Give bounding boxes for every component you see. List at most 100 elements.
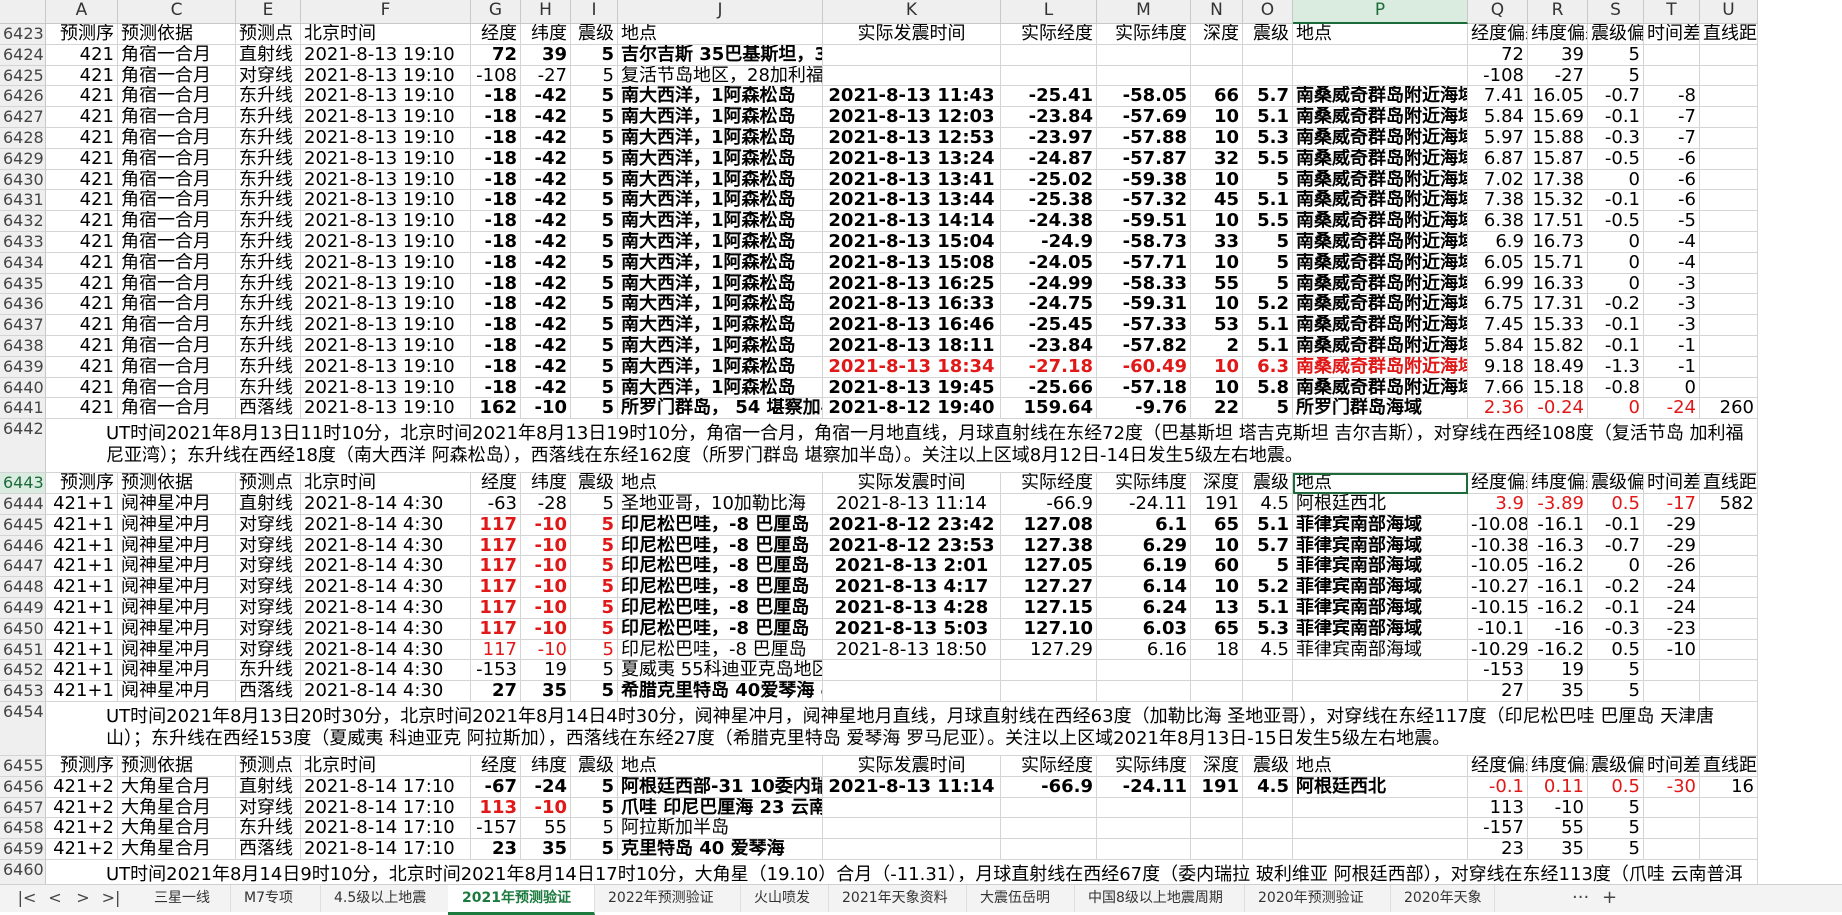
cell-S-6453[interactable]: 5	[1588, 681, 1644, 702]
cell-I-6447[interactable]: 5	[571, 556, 618, 578]
cell-F-6459[interactable]: 2021-8-14 17:10	[301, 839, 471, 860]
cell-C-6439[interactable]: 角宿一合月	[118, 356, 236, 378]
cell-H-6438[interactable]: -42	[521, 336, 571, 357]
cell-E-6426[interactable]: 东升线	[236, 86, 301, 108]
cell-C-6459[interactable]: 大角星合月	[118, 839, 236, 860]
cell-J-6424[interactable]: 吉尔吉斯 35巴基斯坦，38 塔吉克斯坦，	[618, 44, 823, 66]
cell-L-6437[interactable]: -25.45	[1001, 315, 1097, 336]
cell-Q-6435[interactable]: 6.99	[1468, 273, 1528, 295]
cell-G-6444[interactable]: -63	[471, 494, 521, 515]
row-number[interactable]: 6447	[0, 556, 46, 578]
cell-R-6439[interactable]: 18.49	[1528, 356, 1588, 378]
cell-N-6429[interactable]: 32	[1191, 148, 1243, 170]
cell-O-6436[interactable]: 5.2	[1243, 294, 1293, 316]
cell-H-6431[interactable]: -42	[521, 190, 571, 212]
cell-N-6450[interactable]: 65	[1191, 618, 1243, 640]
row-number[interactable]: 6459	[0, 839, 46, 860]
cell-N-6441[interactable]: 22	[1191, 398, 1243, 420]
cell-J-6435[interactable]: 南大西洋，1阿森松岛	[618, 273, 823, 295]
cell-F-6450[interactable]: 2021-8-14 4:30	[301, 618, 471, 640]
row-number[interactable]: 6437	[0, 315, 46, 336]
row-number[interactable]: 6426	[0, 86, 46, 108]
cell-K-6425[interactable]	[823, 65, 1001, 87]
cell-Q-6452[interactable]: -153	[1468, 660, 1528, 682]
cell-C-6440[interactable]: 角宿一合月	[118, 377, 236, 399]
row-number[interactable]: 6456	[0, 776, 46, 798]
cell-U-6423[interactable]: 直线距离	[1700, 24, 1758, 45]
cell-T-6434[interactable]: -4	[1644, 252, 1700, 274]
row-number[interactable]: 6442	[0, 419, 46, 474]
cell-U-6426[interactable]	[1700, 86, 1758, 108]
cell-R-6430[interactable]: 17.38	[1528, 169, 1588, 191]
cell-F-6424[interactable]: 2021-8-13 19:10	[301, 44, 471, 66]
row-number[interactable]: 6440	[0, 377, 46, 399]
cell-L-6450[interactable]: 127.10	[1001, 618, 1097, 640]
cell-O-6432[interactable]: 5.5	[1243, 211, 1293, 232]
cell-Q-6441[interactable]: 2.36	[1468, 398, 1528, 420]
cell-M-6449[interactable]: 6.24	[1097, 598, 1191, 619]
cell-I-6452[interactable]: 5	[571, 660, 618, 682]
cell-U-6443[interactable]: 直线距离	[1700, 473, 1758, 494]
cell-E-6443[interactable]: 预测点	[236, 473, 301, 494]
cell-U-6453[interactable]	[1700, 681, 1758, 702]
cell-I-6432[interactable]: 5	[571, 211, 618, 232]
column-header-A[interactable]: A	[46, 0, 118, 24]
cell-P-6431[interactable]: 南桑威奇群岛附近海域	[1293, 190, 1468, 212]
cell-J-6449[interactable]: 印尼松巴哇，-8 巴厘岛	[618, 598, 823, 619]
cell-G-6423[interactable]: 经度	[471, 24, 521, 45]
cell-K-6448[interactable]: 2021-8-13 4:17	[823, 577, 1001, 598]
cell-J-6430[interactable]: 南大西洋，1阿森松岛	[618, 169, 823, 191]
cell-E-6439[interactable]: 东升线	[236, 356, 301, 378]
cell-C-6437[interactable]: 角宿一合月	[118, 315, 236, 336]
cell-T-6455[interactable]: 时间差	[1644, 756, 1700, 777]
cell-T-6437[interactable]: -3	[1644, 315, 1700, 336]
row-number[interactable]: 6451	[0, 639, 46, 661]
cell-S-6451[interactable]: 0.5	[1588, 639, 1644, 661]
cell-T-6436[interactable]: -3	[1644, 294, 1700, 316]
cell-N-6447[interactable]: 60	[1191, 556, 1243, 578]
cell-A-6431[interactable]: 421	[46, 190, 118, 212]
cell-O-6444[interactable]: 4.5	[1243, 494, 1293, 515]
cell-R-6456[interactable]: 0.11	[1528, 776, 1588, 798]
cell-T-6449[interactable]: -24	[1644, 598, 1700, 619]
cell-Q-6428[interactable]: 5.97	[1468, 128, 1528, 149]
cell-G-6451[interactable]: 117	[471, 639, 521, 661]
cell-M-6457[interactable]	[1097, 797, 1191, 819]
cell-C-6427[interactable]: 角宿一合月	[118, 107, 236, 128]
cell-P-6441[interactable]: 所罗门群岛海域	[1293, 398, 1468, 420]
cell-I-6439[interactable]: 5	[571, 356, 618, 378]
note-cell[interactable]: UT时间2021年8月14日9时10分，北京时间2021年8月14日17时10分…	[46, 860, 1758, 884]
cell-A-6448[interactable]: 421+1	[46, 577, 118, 598]
cell-K-6432[interactable]: 2021-8-13 14:14	[823, 211, 1001, 232]
cell-P-6430[interactable]: 南桑威奇群岛附近海域	[1293, 169, 1468, 191]
cell-G-6441[interactable]: 162	[471, 398, 521, 420]
row-number[interactable]: 6457	[0, 797, 46, 819]
cell-K-6450[interactable]: 2021-8-13 5:03	[823, 618, 1001, 640]
cell-H-6441[interactable]: -10	[521, 398, 571, 420]
cell-U-6430[interactable]	[1700, 169, 1758, 191]
row-number[interactable]: 6454	[0, 702, 46, 756]
cell-C-6438[interactable]: 角宿一合月	[118, 336, 236, 357]
column-header-T[interactable]: T	[1644, 0, 1700, 24]
cell-H-6459[interactable]: 35	[521, 839, 571, 860]
cell-E-6446[interactable]: 对穿线	[236, 535, 301, 557]
cell-P-6432[interactable]: 南桑威奇群岛附近海域	[1293, 211, 1468, 232]
row-number[interactable]: 6430	[0, 169, 46, 191]
cell-G-6429[interactable]: -18	[471, 148, 521, 170]
cell-S-6441[interactable]: 0	[1588, 398, 1644, 420]
cell-J-6443[interactable]: 地点	[618, 473, 823, 494]
cell-R-6438[interactable]: 15.82	[1528, 336, 1588, 357]
cell-H-6456[interactable]: -24	[521, 776, 571, 798]
cell-H-6455[interactable]: 纬度	[521, 756, 571, 777]
cell-U-6446[interactable]	[1700, 535, 1758, 557]
cell-N-6439[interactable]: 10	[1191, 356, 1243, 378]
cell-P-6436[interactable]: 南桑威奇群岛附近海域	[1293, 294, 1468, 316]
cell-L-6427[interactable]: -23.84	[1001, 107, 1097, 128]
cell-O-6427[interactable]: 5.1	[1243, 107, 1293, 128]
cell-M-6426[interactable]: -58.05	[1097, 86, 1191, 108]
cell-A-6430[interactable]: 421	[46, 169, 118, 191]
cell-U-6451[interactable]	[1700, 639, 1758, 661]
row-number[interactable]: 6431	[0, 190, 46, 212]
note-cell[interactable]: UT时间2021年8月13日20时30分，北京时间2021年8月14日4时30分…	[46, 702, 1758, 756]
cell-S-6433[interactable]: 0	[1588, 232, 1644, 253]
